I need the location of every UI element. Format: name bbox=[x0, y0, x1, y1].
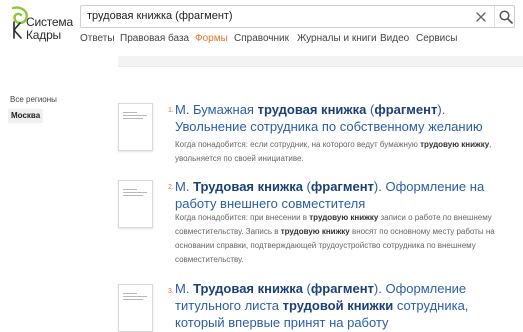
search-divider bbox=[494, 6, 495, 27]
region-filter-moscow[interactable]: Москва bbox=[8, 109, 44, 123]
search-input[interactable]: трудовая книжка (фрагмент) bbox=[87, 10, 233, 22]
nav-item-legal[interactable]: Правовая база bbox=[120, 33, 189, 44]
result-description: Когда понадобится: при внесении в трудов… bbox=[175, 213, 495, 264]
nav-item-reference[interactable]: Справочник bbox=[234, 33, 289, 44]
nav-item-video[interactable]: Видео bbox=[380, 33, 409, 44]
result-number: 1. bbox=[168, 107, 174, 114]
header: Система Кадры трудовая книжка (фрагмент)… bbox=[0, 0, 523, 56]
banner-area bbox=[118, 56, 523, 66]
nav-item-forms[interactable]: Формы bbox=[195, 33, 228, 44]
result-number: 2. bbox=[168, 184, 174, 191]
divider bbox=[118, 66, 523, 67]
search-box[interactable]: трудовая книжка (фрагмент) bbox=[80, 5, 515, 28]
result-number: 3. bbox=[168, 288, 174, 295]
result-title[interactable]: М. Трудовая книжка (фрагмент). Оформлени… bbox=[175, 280, 515, 331]
search-icon[interactable] bbox=[498, 9, 514, 25]
nav-item-answers[interactable]: Ответы bbox=[80, 33, 115, 44]
logo-line-2: Кадры bbox=[26, 28, 61, 42]
result-title[interactable]: М. Бумажная трудовая книжка (фрагмент). … bbox=[175, 101, 515, 135]
nav-item-journals[interactable]: Журналы и книги bbox=[297, 33, 377, 44]
document-thumbnail[interactable] bbox=[118, 284, 153, 332]
logo-text: Система Кадры bbox=[26, 16, 73, 42]
region-filter-title[interactable]: Все регионы bbox=[10, 95, 57, 104]
result-title[interactable]: М. Трудовая книжка (фрагмент). Оформлени… bbox=[175, 178, 515, 212]
close-icon[interactable] bbox=[474, 10, 488, 24]
document-thumbnail[interactable] bbox=[118, 103, 153, 151]
nav-item-services[interactable]: Сервисы bbox=[416, 33, 457, 44]
result-description: Когда понадобится: если сотрудник, на ко… bbox=[175, 140, 492, 163]
document-thumbnail[interactable] bbox=[118, 180, 153, 228]
logo[interactable]: Система Кадры bbox=[8, 6, 78, 46]
